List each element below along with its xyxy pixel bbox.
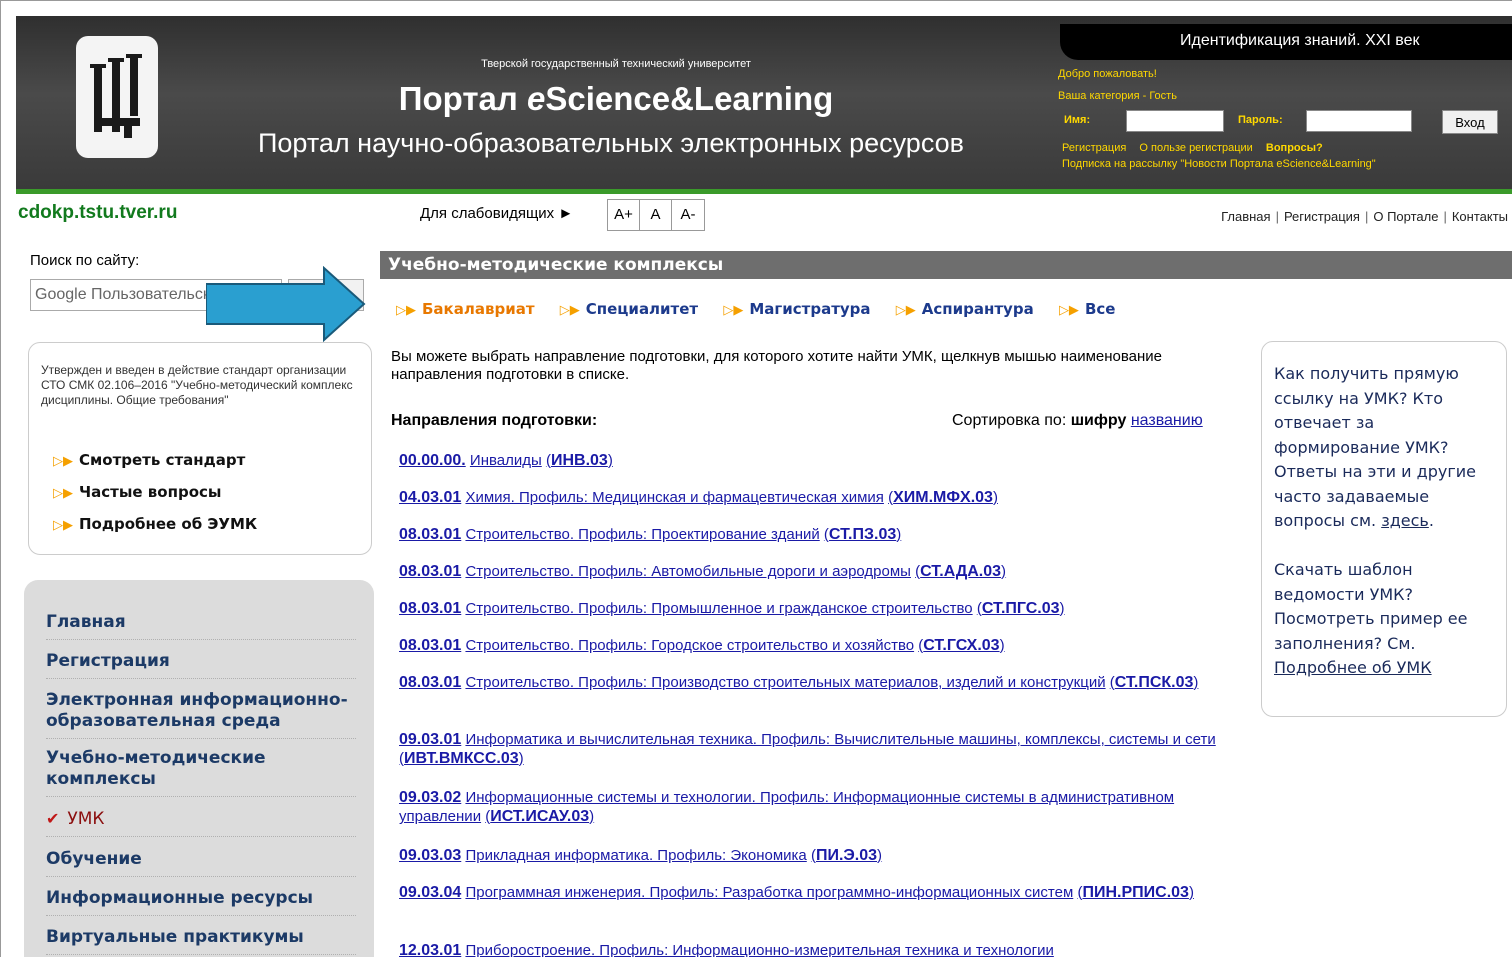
double-arrow-icon: ▷▶ — [559, 303, 580, 318]
nav-contacts[interactable]: Контакты — [1452, 209, 1508, 224]
university-name: Тверской государственный технический уни… — [481, 58, 751, 70]
low-vision-label: Для слабовидящих ► — [420, 205, 574, 222]
program-link[interactable]: 09.03.01 Информатика и вычислительная те… — [399, 730, 1239, 768]
user-category: Ваша категория - Гость — [1058, 90, 1177, 102]
nav-about[interactable]: О Портале — [1373, 209, 1438, 224]
double-arrow-icon: ▷▶ — [396, 303, 416, 318]
standard-link-details[interactable]: ▷▶ Подробнее об ЭУМК — [53, 515, 257, 533]
portal-subtitle: Портал научно-образовательных электронны… — [258, 128, 964, 158]
standard-box: Утвержден и введен в действие стандарт о… — [28, 342, 372, 555]
standard-text: Утвержден и введен в действие стандарт о… — [41, 363, 353, 407]
program-link[interactable]: 08.03.01 Строительство. Профиль: Промышл… — [399, 599, 1239, 618]
tab-specialist[interactable]: ▷▶ Специалитет — [560, 300, 698, 318]
sort-by-code[interactable]: шифру — [1071, 412, 1127, 429]
menu-item-resources[interactable]: Информационные ресурсы — [46, 888, 356, 916]
name-input[interactable] — [1126, 110, 1224, 132]
login-form: Имя: Пароль: Вход — [1058, 110, 1498, 136]
sidebar-menu: Главная Регистрация Электронная информац… — [24, 580, 374, 957]
sort-by-name-link[interactable]: названию — [1131, 412, 1203, 429]
subscribe-link[interactable]: Подписка на рассылку "Новости Портала eS… — [1062, 158, 1376, 170]
benefit-link[interactable]: О пользе регистрации — [1139, 142, 1252, 154]
double-arrow-icon: ▷▶ — [723, 303, 744, 318]
pointer-arrow-icon — [206, 266, 366, 342]
subscribe-row: Подписка на рассылку "Новости Портала eS… — [1062, 158, 1376, 170]
site-domain: cdokp.tstu.tver.ru — [18, 202, 178, 223]
tab-all[interactable]: ▷▶ Все — [1059, 300, 1116, 318]
nav-home[interactable]: Главная — [1221, 209, 1270, 224]
program-link[interactable]: 08.03.01 Строительство. Профиль: Проекти… — [399, 525, 1239, 544]
font-normal-button[interactable]: A — [640, 200, 672, 230]
program-link[interactable]: 08.03.01 Строительство. Профиль: Городск… — [399, 636, 1239, 655]
section-title: Учебно-методические комплексы — [380, 251, 1512, 279]
double-arrow-icon: ▷▶ — [53, 486, 73, 501]
welcome-text: Добро пожаловать! — [1058, 68, 1157, 80]
double-arrow-icon: ▷▶ — [53, 518, 73, 533]
check-icon: ✔ — [46, 809, 60, 828]
level-tabs: ▷▶ Бакалавриат ▷▶ Специалитет ▷▶ Магистрату… — [396, 300, 1135, 318]
menu-item-umk[interactable]: ✔ УМК — [46, 808, 356, 837]
category-guest-link[interactable]: Гость — [1149, 90, 1177, 102]
menu-item-virtual-labs[interactable]: Виртуальные практикумы — [46, 927, 356, 955]
portal-title: Портал eScience&Learning — [398, 80, 834, 117]
tab-master[interactable]: ▷▶ Магистратура — [723, 300, 870, 318]
font-decrease-button[interactable]: A- — [672, 200, 704, 230]
site-header: Тверской государственный технический уни… — [16, 16, 1512, 194]
program-link[interactable]: 09.03.03 Прикладная информатика. Профиль… — [399, 846, 1239, 865]
program-link[interactable]: 09.03.02 Информационные системы и технол… — [399, 788, 1239, 826]
logo-icon — [90, 54, 142, 138]
nav-registration[interactable]: Регистрация — [1284, 209, 1360, 224]
program-link[interactable]: 08.03.01 Строительство. Профиль: Автомоб… — [399, 562, 1239, 581]
program-link[interactable]: 08.03.01 Строительство. Профиль: Произво… — [399, 673, 1239, 692]
program-link[interactable]: 12.03.01 Приборостроение. Профиль: Инфор… — [399, 941, 1239, 957]
menu-item-eios[interactable]: Электронная информационно-образовательна… — [46, 690, 356, 739]
password-label: Пароль: — [1238, 114, 1283, 126]
intro-text: Вы можете выбрать направление подготовки… — [391, 348, 1163, 383]
university-logo[interactable] — [76, 36, 158, 158]
tab-bachelor[interactable]: ▷▶ Бакалавриат — [396, 300, 535, 318]
program-link[interactable]: 04.03.01 Химия. Профиль: Медицинская и ф… — [399, 488, 1239, 507]
header-links: Регистрация О пользе регистрации Вопросы… — [1062, 142, 1333, 154]
name-label: Имя: — [1064, 114, 1091, 126]
ident-banner: Идентификация знаний. XXI век — [1060, 24, 1512, 60]
program-link[interactable]: 00.00.00. Инвалиды (ИНВ.03) — [399, 451, 1239, 470]
directions-header: Направления подготовки: — [391, 412, 598, 429]
sort-control: Сортировка по: шифру названию — [952, 412, 1203, 429]
font-size-controls: A+ A A- — [607, 199, 705, 231]
top-nav: Главная | Регистрация | О Портале | Контакты — [1221, 209, 1508, 224]
questions-link[interactable]: Вопросы? — [1266, 142, 1323, 154]
program-link[interactable]: 09.03.04 Программная инженерия. Профиль:… — [399, 883, 1239, 902]
menu-item-education[interactable]: Обучение — [46, 849, 356, 877]
standard-link-view[interactable]: ▷▶ Смотреть стандарт — [53, 451, 245, 469]
double-arrow-icon: ▷▶ — [53, 454, 73, 469]
menu-item-registration[interactable]: Регистрация — [46, 651, 356, 679]
tab-postgraduate[interactable]: ▷▶ Аспирантура — [896, 300, 1034, 318]
standard-link-faq[interactable]: ▷▶ Частые вопросы — [53, 483, 221, 501]
faq-here-link[interactable]: здесь — [1381, 511, 1429, 530]
font-increase-button[interactable]: A+ — [608, 200, 640, 230]
double-arrow-icon: ▷▶ — [1058, 303, 1079, 318]
menu-item-home[interactable]: Главная — [46, 612, 356, 640]
password-input[interactable] — [1306, 110, 1412, 132]
double-arrow-icon: ▷▶ — [895, 303, 916, 318]
menu-item-umk-complexes[interactable]: Учебно-методические комплексы — [46, 748, 356, 797]
faq-details-link[interactable]: Подробнее об УМК — [1274, 658, 1432, 677]
register-link[interactable]: Регистрация — [1062, 142, 1126, 154]
faq-box: Как получить прямую ссылку на УМК? Кто о… — [1261, 341, 1507, 717]
search-label: Поиск по сайту: — [30, 252, 140, 269]
login-button[interactable]: Вход — [1442, 110, 1498, 134]
